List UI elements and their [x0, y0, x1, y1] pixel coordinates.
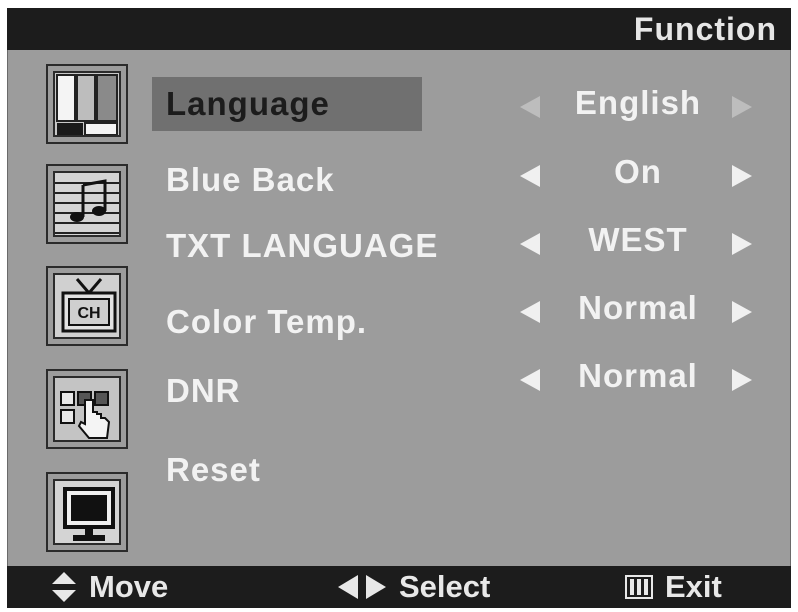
value-text: WEST [588, 221, 688, 258]
menu-item-label: Reset [166, 451, 261, 488]
menu-item-reset[interactable]: Reset [152, 443, 472, 497]
left-arrow-icon[interactable] [520, 233, 540, 255]
picture-icon [53, 71, 121, 137]
dnr-value-selector[interactable]: Normal [520, 357, 760, 397]
up-down-arrow-icon [52, 572, 76, 602]
menu-item-txt-language[interactable]: TXT LANGUAGE [152, 219, 492, 273]
right-arrow-icon[interactable] [732, 301, 752, 323]
select-hint: Select [337, 569, 490, 605]
exit-label: Exit [665, 569, 722, 604]
channel-icon-label: CH [77, 305, 100, 322]
menu-item-color-temp[interactable]: Color Temp. [152, 295, 472, 349]
value-text: English [574, 84, 702, 121]
right-arrow-icon[interactable] [732, 165, 752, 187]
move-label: Move [89, 569, 169, 604]
sound-icon [53, 171, 121, 237]
page-title: Function [633, 11, 777, 47]
left-arrow-icon[interactable] [520, 369, 540, 391]
left-arrow-icon[interactable] [520, 96, 540, 118]
left-right-arrow-icon [338, 575, 386, 599]
tab-screen[interactable] [46, 472, 128, 552]
right-arrow-icon[interactable] [732, 233, 752, 255]
menu-icon [625, 575, 653, 599]
menu-item-label: DNR [166, 372, 241, 409]
menu-item-label: Color Temp. [166, 303, 368, 340]
menu-item-language[interactable]: Language [152, 77, 422, 131]
tab-sound[interactable] [46, 164, 128, 244]
select-label: Select [399, 569, 491, 604]
move-hint: Move [51, 569, 168, 605]
value-text: Normal [578, 357, 698, 394]
function-icon [53, 376, 121, 442]
tab-channel[interactable]: CH [46, 266, 128, 346]
menu-item-label: Blue Back [166, 161, 335, 198]
menu-item-label: TXT LANGUAGE [166, 227, 439, 264]
txt-language-value-selector[interactable]: WEST [520, 221, 760, 261]
value-text: On [614, 153, 662, 190]
language-value-selector[interactable]: English [520, 84, 760, 124]
value-text: Normal [578, 289, 698, 326]
menu-item-blue-back[interactable]: Blue Back [152, 153, 472, 207]
title-bar: Function [7, 8, 791, 50]
tab-picture[interactable] [46, 64, 128, 144]
tab-function[interactable] [46, 369, 128, 449]
left-arrow-icon[interactable] [520, 165, 540, 187]
tv-osd-screen: Function CH Language Blue Back TXT LANGU… [0, 0, 798, 612]
channel-icon: CH [53, 273, 121, 339]
screen-icon [53, 479, 121, 545]
blue-back-value-selector[interactable]: On [520, 153, 760, 193]
control-hint-bar: Move Select Exit [7, 566, 791, 608]
menu-item-dnr[interactable]: DNR [152, 364, 472, 418]
color-temp-value-selector[interactable]: Normal [520, 289, 760, 329]
right-arrow-icon[interactable] [732, 96, 752, 118]
menu-item-label: Language [166, 85, 330, 122]
exit-hint: Exit [625, 569, 722, 605]
left-arrow-icon[interactable] [520, 301, 540, 323]
right-arrow-icon[interactable] [732, 369, 752, 391]
